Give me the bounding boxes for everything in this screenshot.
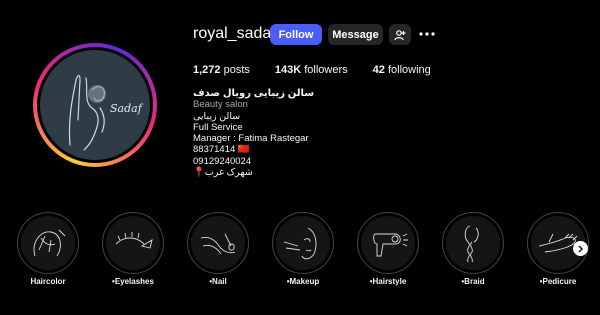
add-user-icon xyxy=(394,29,406,40)
followers-stat[interactable]: 143K followers xyxy=(275,64,348,76)
braid-sketch-icon xyxy=(464,225,479,263)
bio: سالن زیبایی رویال صدف Beauty salon سالن … xyxy=(193,88,314,178)
suggest-user-button[interactable] xyxy=(389,24,411,45)
bio-line: سالن زیبایی xyxy=(193,110,241,122)
hair-sketch-icon xyxy=(33,229,66,257)
bio-line: Full Service xyxy=(193,121,243,133)
highlight-label: •Makeup xyxy=(286,277,320,286)
avatar-signature: Sadaf xyxy=(110,102,144,115)
highlight-ring xyxy=(187,212,249,274)
display-name: سالن زیبایی رویال صدف xyxy=(193,88,315,99)
message-button[interactable]: Message xyxy=(328,24,383,45)
bio-line: 09129240024 xyxy=(193,155,252,167)
highlight-ring xyxy=(442,212,504,274)
profile-avatar[interactable]: Sadaf xyxy=(33,43,157,167)
highlight-label: Haircolor xyxy=(30,277,66,286)
highlight-braid[interactable]: •Braid xyxy=(440,212,506,286)
highlights-next-button[interactable] xyxy=(573,241,588,256)
following-stat[interactable]: 42 following xyxy=(373,64,431,76)
highlight-makeup[interactable]: •Makeup xyxy=(270,212,336,286)
highlight-label: •Eyelashes xyxy=(112,277,154,286)
highlight-ring xyxy=(17,212,79,274)
nail-sketch-icon xyxy=(200,233,236,255)
makeup-sketch-icon xyxy=(283,227,317,260)
highlight-label: •Nail xyxy=(209,277,227,286)
profile-stats: 1,272 posts 143K followers 42 following xyxy=(193,64,456,76)
hairdryer-sketch-icon xyxy=(373,233,408,257)
chevron-right-icon xyxy=(578,245,583,252)
bio-line: 📍شهرک غرب xyxy=(193,167,253,179)
category-label: Beauty salon xyxy=(193,99,248,111)
avatar-sketch-icon: Sadaf xyxy=(68,74,144,151)
highlight-ring xyxy=(272,212,334,274)
username: royal_sadaf xyxy=(193,25,276,42)
highlight-haircolor[interactable]: Haircolor xyxy=(15,212,81,286)
bio-line: 88371414 🇨🇳 xyxy=(193,144,250,156)
highlight-eyelashes[interactable]: •Eyelashes xyxy=(100,212,166,286)
highlight-ring xyxy=(102,212,164,274)
highlight-label: •Pedicure xyxy=(539,277,577,286)
more-dots-icon xyxy=(419,32,435,36)
follow-button[interactable]: Follow xyxy=(270,24,322,45)
bio-line: Manager : Fatima Rastegar xyxy=(193,133,309,145)
highlight-hairstyle[interactable]: •Hairstyle xyxy=(355,212,421,286)
eyelash-sketch-icon xyxy=(115,232,153,249)
avatar-gap: Sadaf xyxy=(37,47,153,163)
more-options-button[interactable] xyxy=(418,25,436,43)
highlight-label: •Braid xyxy=(461,277,485,286)
avatar: Sadaf xyxy=(40,50,150,160)
highlight-label: •Hairstyle xyxy=(369,277,407,286)
highlight-nail[interactable]: •Nail xyxy=(185,212,251,286)
posts-stat: 1,272 posts xyxy=(193,64,250,76)
highlight-ring xyxy=(357,212,419,274)
